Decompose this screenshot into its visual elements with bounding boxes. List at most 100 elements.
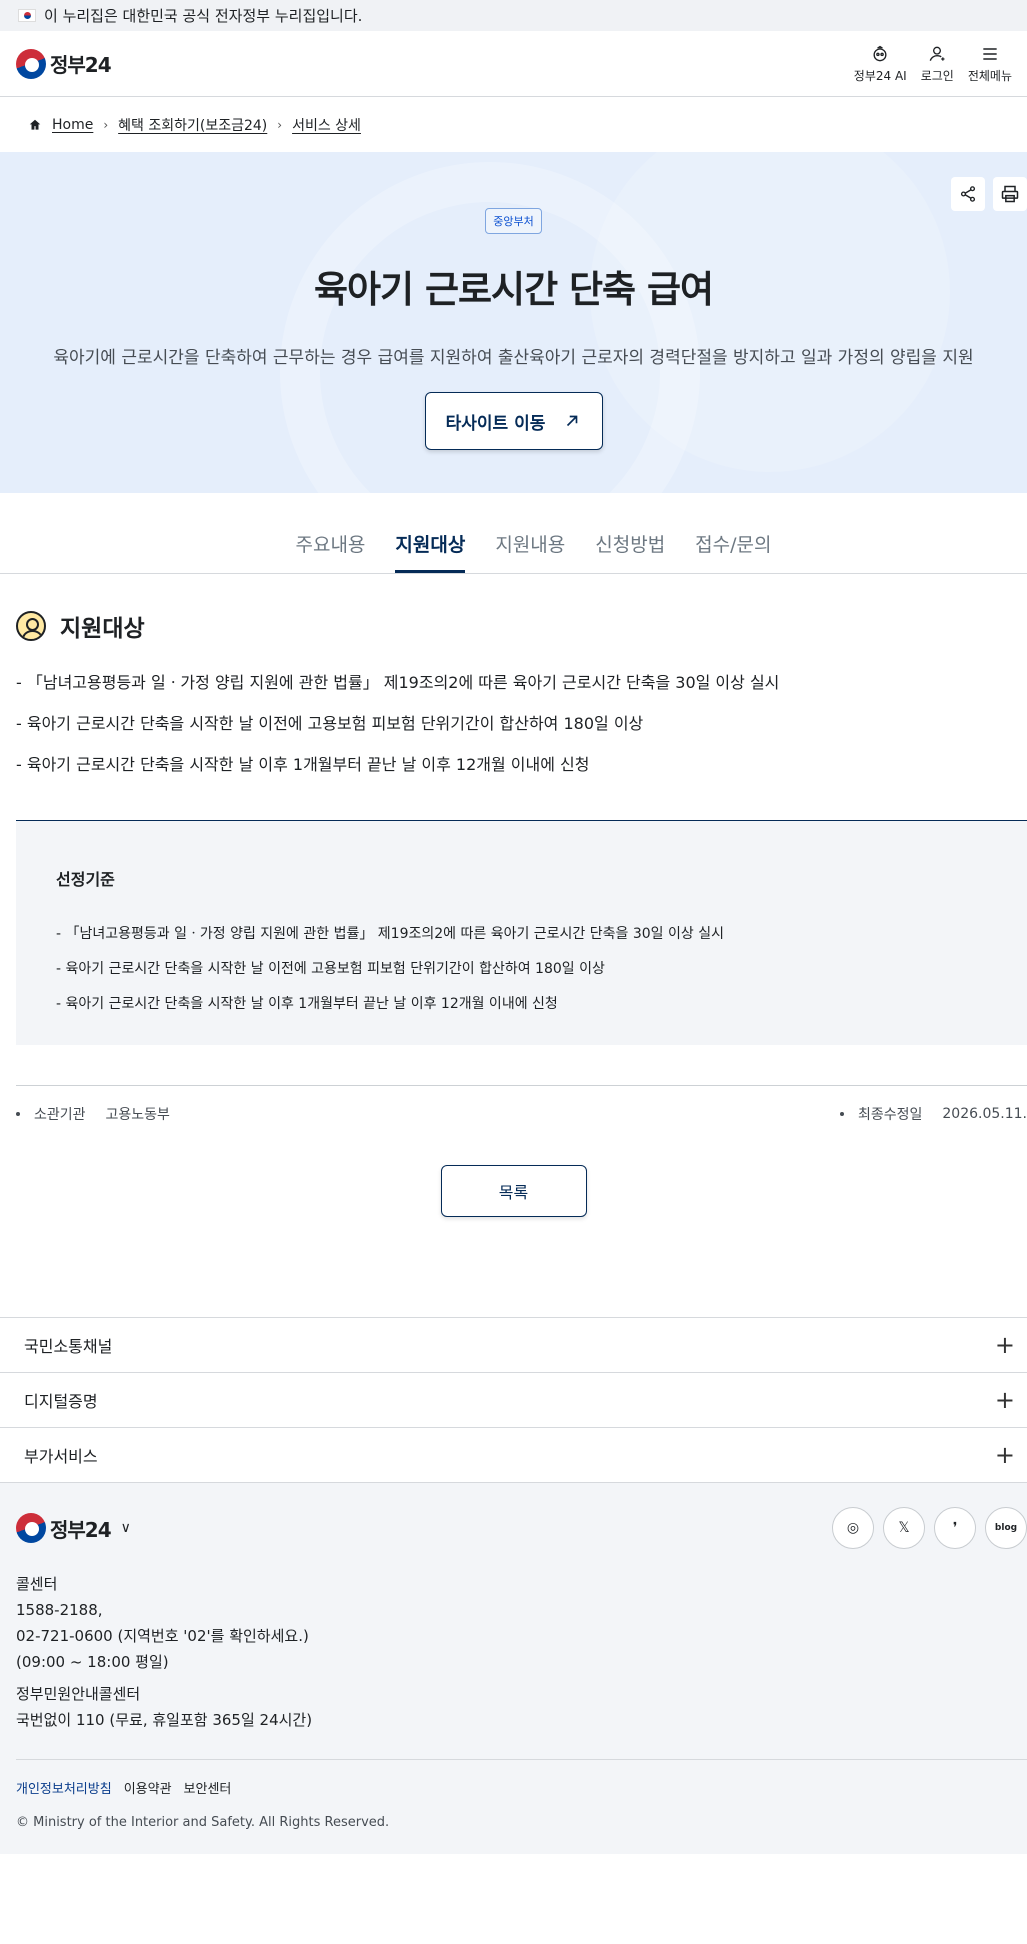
hamburger-menu-icon bbox=[983, 47, 997, 60]
security-center-link[interactable]: 보안센터 bbox=[184, 1778, 232, 1797]
service-hero: 중앙부처 육아기 근로시간 단축 급여 육아기에 근로시간을 단축하여 근무하는… bbox=[0, 152, 1027, 493]
taegeuk-logo-icon bbox=[16, 1513, 46, 1543]
external-site-label: 타사이트 이동 bbox=[445, 413, 546, 434]
breadcrumb-benefits[interactable]: 혜택 조회하기(보조금24) bbox=[118, 115, 267, 135]
privacy-policy-link[interactable]: 개인정보처리방침 bbox=[16, 1778, 112, 1797]
tab-main-content[interactable]: 주요내용 bbox=[295, 530, 365, 573]
taegeuk-logo-icon bbox=[16, 48, 46, 79]
external-site-button[interactable]: 타사이트 이동 bbox=[424, 392, 603, 450]
call-hours: (09:00 ~ 18:00 평일) bbox=[16, 1653, 169, 1671]
accordion-item-communication[interactable]: 국민소통채널 + bbox=[0, 1318, 1027, 1373]
accordion-label: 부가서비스 bbox=[24, 1447, 98, 1466]
home-icon bbox=[29, 119, 41, 130]
person-icon bbox=[16, 611, 46, 641]
chevron-down-icon: ∨ bbox=[120, 1520, 131, 1536]
civil-center-label: 정부민원안내콜센터 bbox=[16, 1685, 141, 1703]
footer-logo[interactable]: 정부24 ∨ bbox=[16, 1513, 131, 1543]
chevron-right-icon: › bbox=[277, 117, 283, 132]
logo-text: 정부24 bbox=[50, 53, 112, 77]
tab-contact[interactable]: 접수/문의 bbox=[695, 530, 771, 573]
social-links: ◎ 𝕏 ❜ blog bbox=[832, 1507, 1027, 1549]
selection-title: 선정기준 bbox=[56, 870, 115, 889]
full-menu-button[interactable]: 전체메뉴 bbox=[968, 44, 1012, 84]
call-number: 1588-2188, bbox=[16, 1601, 103, 1619]
instagram-icon[interactable]: ◎ bbox=[832, 1507, 874, 1549]
x-twitter-icon[interactable]: 𝕏 bbox=[883, 1507, 925, 1549]
modified-value: 2026.05.11. bbox=[942, 1105, 1027, 1122]
tab-how-to-apply[interactable]: 신청방법 bbox=[595, 530, 665, 573]
ai-button-label: 정부24 AI bbox=[853, 68, 907, 83]
tab-eligibility[interactable]: 지원대상 bbox=[395, 530, 466, 573]
footer-top: 정부24 ∨ ◎ 𝕏 ❜ blog bbox=[16, 1507, 1027, 1549]
bullet-icon bbox=[839, 1111, 844, 1116]
site-logo[interactable]: 정부24 bbox=[16, 48, 112, 79]
footer-divider bbox=[16, 1759, 1027, 1760]
site-footer: 정부24 ∨ ◎ 𝕏 ❜ blog 콜센터 1588-2188, 02-721-… bbox=[0, 1483, 1027, 1854]
list-item: - 「남녀고용평등과 일ㆍ가정 양립 지원에 관한 법률」 제19조의2에 따른… bbox=[56, 926, 724, 942]
copyright: © Ministry of the Interior and Safety. A… bbox=[16, 1815, 390, 1830]
accordion-label: 디지털증명 bbox=[24, 1392, 98, 1411]
list-item: - 「남녀고용평등과 일ㆍ가정 양립 지원에 관한 법률」 제19조의2에 따른… bbox=[16, 673, 780, 692]
user-icon bbox=[929, 46, 945, 61]
page-title: 육아기 근로시간 단축 급여 bbox=[313, 268, 714, 311]
plus-icon: + bbox=[994, 1441, 1015, 1469]
chevron-right-icon: › bbox=[103, 117, 109, 132]
share-button[interactable] bbox=[951, 177, 985, 211]
eligibility-list: - 「남녀고용평등과 일ㆍ가정 양립 지원에 관한 법률」 제19조의2에 따른… bbox=[16, 669, 1011, 775]
login-button-label: 로그인 bbox=[920, 68, 954, 83]
modified-label: 최종수정일 bbox=[857, 1106, 923, 1123]
eligibility-section: 지원대상 - 「남녀고용평등과 일ㆍ가정 양립 지원에 관한 법률」 제19조의… bbox=[0, 574, 1027, 775]
selection-list: - 「남녀고용평등과 일ㆍ가정 양립 지원에 관한 법률」 제19조의2에 따른… bbox=[56, 923, 1027, 1013]
breadcrumb-service-detail[interactable]: 서비스 상세 bbox=[292, 115, 361, 135]
breadcrumb: Home › 혜택 조회하기(보조금24) › 서비스 상세 bbox=[0, 97, 1027, 152]
plus-icon: + bbox=[994, 1331, 1015, 1359]
gov-banner-text: 이 누리집은 대한민국 공식 전자정부 누리집입니다. bbox=[44, 7, 363, 25]
list-button[interactable]: 목록 bbox=[440, 1165, 587, 1217]
list-item: - 육아기 근로시간 단축을 시작한 날 이전에 고용보험 피보험 단위기간이 … bbox=[16, 714, 644, 733]
accordion-item-extra-services[interactable]: 부가서비스 + bbox=[0, 1428, 1027, 1483]
call-center-label: 콜센터 bbox=[16, 1575, 58, 1593]
footer-accordion: 국민소통채널 + 디지털증명 + 부가서비스 + bbox=[0, 1317, 1027, 1483]
service-description: 육아기에 근로시간을 단축하여 근무하는 경우 급여를 지원하여 출산육아기 근… bbox=[53, 348, 974, 368]
section-header: 지원대상 bbox=[16, 609, 1011, 643]
korea-flag-icon bbox=[18, 9, 36, 22]
blog-icon[interactable]: blog bbox=[985, 1507, 1027, 1549]
plus-icon: + bbox=[994, 1386, 1015, 1414]
call-center-info: 콜센터 1588-2188, 02-721-0600 (지역번호 '02'를 확… bbox=[16, 1571, 1027, 1733]
ai-button[interactable]: 정부24 AI bbox=[854, 44, 907, 84]
agency-value: 고용노동부 bbox=[105, 1106, 170, 1123]
detail-tabs: 주요내용 지원대상 지원내용 신청방법 접수/문의 bbox=[0, 493, 1027, 574]
print-button[interactable] bbox=[993, 177, 1027, 211]
arrow-up-right-icon bbox=[567, 415, 578, 427]
share-icon bbox=[960, 186, 976, 202]
full-menu-label: 전체메뉴 bbox=[967, 68, 1012, 83]
breadcrumb-home[interactable]: Home bbox=[52, 117, 93, 133]
list-item: - 육아기 근로시간 단축을 시작한 날 이후 1개월부터 끝난 날 이후 12… bbox=[56, 996, 558, 1012]
hero-tools bbox=[951, 177, 1027, 211]
selection-criteria-box: 선정기준 - 「남녀고용평등과 일ㆍ가정 양립 지원에 관한 법률」 제19조의… bbox=[16, 820, 1027, 1045]
accordion-label: 국민소통채널 bbox=[24, 1337, 113, 1356]
login-button[interactable]: 로그인 bbox=[921, 44, 954, 84]
header-actions: 정부24 AI 로그인 전체메뉴 bbox=[854, 44, 1012, 84]
list-item: - 육아기 근로시간 단축을 시작한 날 이후 1개월부터 끝난 날 이후 12… bbox=[16, 755, 590, 774]
list-item: - 육아기 근로시간 단축을 시작한 날 이전에 고용보험 피보험 단위기간이 … bbox=[56, 961, 605, 977]
footer-logo-text: 정부24 bbox=[50, 1517, 112, 1542]
agency-label: 소관기관 bbox=[34, 1106, 86, 1123]
agency-info: 소관기관 고용노동부 bbox=[16, 1104, 170, 1124]
call-number: 02-721-0600 (지역번호 '02'를 확인하세요.) bbox=[16, 1627, 309, 1645]
tab-support-content[interactable]: 지원내용 bbox=[495, 530, 565, 573]
kakao-story-icon[interactable]: ❜ bbox=[934, 1507, 976, 1549]
civil-center-number: 국번없이 110 (무료, 휴일포함 365일 24시간) bbox=[16, 1711, 313, 1729]
section-title: 지원대상 bbox=[60, 616, 145, 642]
policy-links: 개인정보처리방침 이용약관 보안센터 bbox=[16, 1778, 1027, 1797]
accordion-item-digital-cert[interactable]: 디지털증명 + bbox=[0, 1373, 1027, 1428]
gov-banner: 이 누리집은 대한민국 공식 전자정부 누리집입니다. bbox=[0, 0, 1027, 31]
ai-robot-icon bbox=[873, 45, 887, 61]
terms-link[interactable]: 이용약관 bbox=[124, 1778, 172, 1797]
list-button-wrap: 목록 bbox=[0, 1165, 1027, 1217]
service-meta: 소관기관 고용노동부 최종수정일 2026.05.11. bbox=[16, 1085, 1027, 1141]
category-badge: 중앙부처 bbox=[485, 208, 542, 234]
site-header: 정부24 정부24 AI 로그인 전체메뉴 bbox=[0, 31, 1027, 97]
modified-info: 최종수정일 2026.05.11. bbox=[839, 1104, 1027, 1124]
bullet-icon bbox=[16, 1111, 20, 1116]
